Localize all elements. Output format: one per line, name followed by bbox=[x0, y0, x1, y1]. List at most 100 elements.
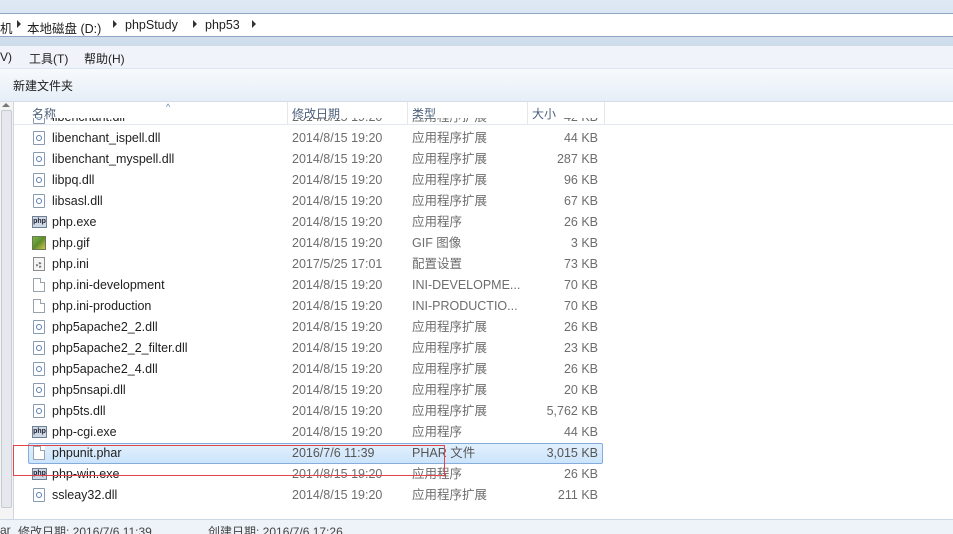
file-name: php.ini bbox=[52, 257, 89, 271]
breadcrumb-item-phpstudy[interactable]: phpStudy bbox=[125, 18, 178, 32]
file-date: 2014/8/15 19:20 bbox=[292, 236, 383, 250]
file-type: 应用程序扩展 bbox=[412, 488, 488, 502]
highlight-box bbox=[13, 445, 445, 476]
file-size: 26 KB bbox=[563, 215, 598, 229]
file-date: 2014/8/15 19:20 bbox=[292, 488, 383, 502]
menu-tools[interactable]: 工具(T) bbox=[29, 50, 68, 67]
ini-icon bbox=[33, 257, 45, 271]
file-row[interactable]: libpq.dll 2014/8/15 19:20 应用程序扩展 96 KB bbox=[14, 170, 953, 191]
new-folder-button[interactable]: 新建文件夹 bbox=[13, 77, 73, 94]
dll-icon bbox=[33, 404, 45, 418]
file-type: 应用程序扩展 bbox=[412, 404, 488, 418]
file-size: 42 KB bbox=[534, 118, 598, 128]
file-size: 70 KB bbox=[563, 299, 598, 313]
file-type: INI-PRODUCTIO... bbox=[412, 299, 518, 313]
file-size: 73 KB bbox=[563, 257, 598, 271]
file-row[interactable]: libsasl.dll 2014/8/15 19:20 应用程序扩展 67 KB bbox=[14, 191, 953, 212]
menu-view[interactable]: V) bbox=[0, 50, 12, 64]
dll-icon bbox=[33, 131, 45, 145]
file-row[interactable]: php5apache2_4.dll 2014/8/15 19:20 应用程序扩展 26… bbox=[14, 359, 953, 380]
file-row[interactable]: php.ini 2017/5/25 17:01 配置设置 73 KB bbox=[14, 254, 953, 275]
file-date: 2014/8/15 19:20 bbox=[292, 299, 383, 313]
file-date: 2014/8/15 19:20 bbox=[292, 278, 383, 292]
file-type: 应用程序扩展 bbox=[412, 173, 488, 187]
file-type: 应用程序扩展 bbox=[412, 118, 487, 128]
file-name: libenchant.dll bbox=[52, 118, 125, 128]
file-row[interactable]: libenchant_myspell.dll 2014/8/15 19:20 应用程… bbox=[14, 149, 953, 170]
file-name: php5ts.dll bbox=[52, 404, 106, 418]
file-name: php-cgi.exe bbox=[52, 425, 117, 439]
file-name: php.ini-development bbox=[52, 278, 165, 292]
navigation-pane bbox=[0, 102, 14, 519]
file-size: 3 KB bbox=[570, 236, 598, 250]
file-row[interactable]: ssleay32.dll 2014/8/15 19:20 应用程序扩展 211 KB bbox=[14, 485, 953, 506]
file-date: 2014/8/15 19:20 bbox=[292, 194, 383, 208]
menu-help[interactable]: 帮助(H) bbox=[84, 50, 125, 67]
file-size: 67 KB bbox=[563, 194, 598, 208]
chevron-right-icon[interactable] bbox=[193, 20, 197, 28]
file-type: GIF 图像 bbox=[412, 236, 462, 250]
file-row[interactable]: php php-cgi.exe 2014/8/15 19:20 应用程序 44 KB bbox=[14, 422, 953, 443]
exe-icon: php bbox=[32, 216, 47, 228]
file-size: 5,762 KB bbox=[546, 404, 598, 418]
gif-icon bbox=[32, 236, 46, 250]
dll-icon bbox=[33, 118, 45, 124]
dll-icon bbox=[33, 488, 45, 502]
dll-icon bbox=[33, 194, 45, 208]
file-type: 配置设置 bbox=[412, 257, 463, 271]
chevron-right-icon[interactable] bbox=[17, 20, 21, 28]
file-size: 287 KB bbox=[556, 152, 598, 166]
dll-icon bbox=[33, 362, 45, 376]
file-row[interactable]: php5ts.dll 2014/8/15 19:20 应用程序扩展 5,762 KB bbox=[14, 401, 953, 422]
file-name: php5apache2_2_filter.dll bbox=[52, 341, 188, 355]
breadcrumb-fragment: 机 bbox=[0, 22, 13, 36]
file-size: 3,015 KB bbox=[546, 446, 598, 460]
file-size: 26 KB bbox=[563, 467, 598, 481]
file-row[interactable]: php.ini-production 2014/8/15 19:20 INI-PRO… bbox=[14, 296, 953, 317]
file-size: 20 KB bbox=[563, 383, 598, 397]
file-name: libsasl.dll bbox=[52, 194, 103, 208]
breadcrumb[interactable]: 机 本地磁盘 (D:) phpStudy php53 bbox=[0, 13, 953, 37]
file-name: libenchant_myspell.dll bbox=[52, 152, 175, 166]
file-type: 应用程序扩展 bbox=[412, 383, 488, 397]
file-name: php.exe bbox=[52, 215, 97, 229]
file-type: 应用程序扩展 bbox=[412, 341, 488, 355]
menu-bar: V) 工具(T) 帮助(H) bbox=[0, 46, 953, 69]
scroll-up-icon[interactable] bbox=[2, 103, 10, 107]
file-size: 44 KB bbox=[563, 131, 598, 145]
navigation-scrollbar-thumb[interactable] bbox=[1, 110, 12, 508]
file-row[interactable]: php5apache2_2.dll 2014/8/15 19:20 应用程序扩展 26… bbox=[14, 317, 953, 338]
file-row[interactable]: php.ini-development 2014/8/15 19:20 INI-DE… bbox=[14, 275, 953, 296]
file-date: 2014/8/15 19:20 bbox=[292, 404, 383, 418]
file-type: 应用程序 bbox=[412, 425, 463, 439]
file-type: 应用程序 bbox=[412, 215, 463, 229]
file-row[interactable]: php.gif 2014/8/15 19:20 GIF 图像 3 KB bbox=[14, 233, 953, 254]
file-name: php.ini-production bbox=[52, 299, 152, 313]
file-name: ssleay32.dll bbox=[52, 488, 118, 502]
file-type: 应用程序扩展 bbox=[412, 194, 488, 208]
dll-icon bbox=[33, 383, 45, 397]
file-size: 26 KB bbox=[563, 362, 598, 376]
file-row[interactable]: php5nsapi.dll 2014/8/15 19:20 应用程序扩展 20 KB bbox=[14, 380, 953, 401]
file-type: INI-DEVELOPME... bbox=[412, 278, 521, 292]
status-filename-fragment: ar bbox=[0, 523, 11, 534]
breadcrumb-item-drive[interactable]: 本地磁盘 (D:) bbox=[27, 18, 101, 37]
chevron-right-icon[interactable] bbox=[252, 20, 256, 28]
file-row[interactable]: php5apache2_2_filter.dll 2014/8/15 19:20 应… bbox=[14, 338, 953, 359]
file-date: 2014/8/15 19:20 bbox=[292, 152, 383, 166]
file-name: php.gif bbox=[52, 236, 90, 250]
file-name: libpq.dll bbox=[52, 173, 95, 187]
details-pane: ar 修改日期: 2016/7/6 11:39 创建日期: 2016/7/6 1… bbox=[0, 519, 953, 534]
dll-icon bbox=[33, 320, 45, 334]
file-icon bbox=[33, 299, 45, 313]
chevron-right-icon[interactable] bbox=[113, 20, 117, 28]
breadcrumb-item-php53[interactable]: php53 bbox=[205, 18, 240, 32]
dll-icon bbox=[33, 152, 45, 166]
file-size: 96 KB bbox=[563, 173, 598, 187]
file-date: 2014/8/15 19:20 bbox=[292, 215, 383, 229]
file-date: 2014/8/15 19:20 bbox=[292, 362, 383, 376]
file-size: 70 KB bbox=[563, 278, 598, 292]
file-row[interactable]: libenchant_ispell.dll 2014/8/15 19:20 应用程序… bbox=[14, 128, 953, 149]
file-row[interactable]: libenchant.dll 2014/8/15 19:20 应用程序扩展 42 KB bbox=[14, 118, 953, 128]
file-row[interactable]: php php.exe 2014/8/15 19:20 应用程序 26 KB bbox=[14, 212, 953, 233]
